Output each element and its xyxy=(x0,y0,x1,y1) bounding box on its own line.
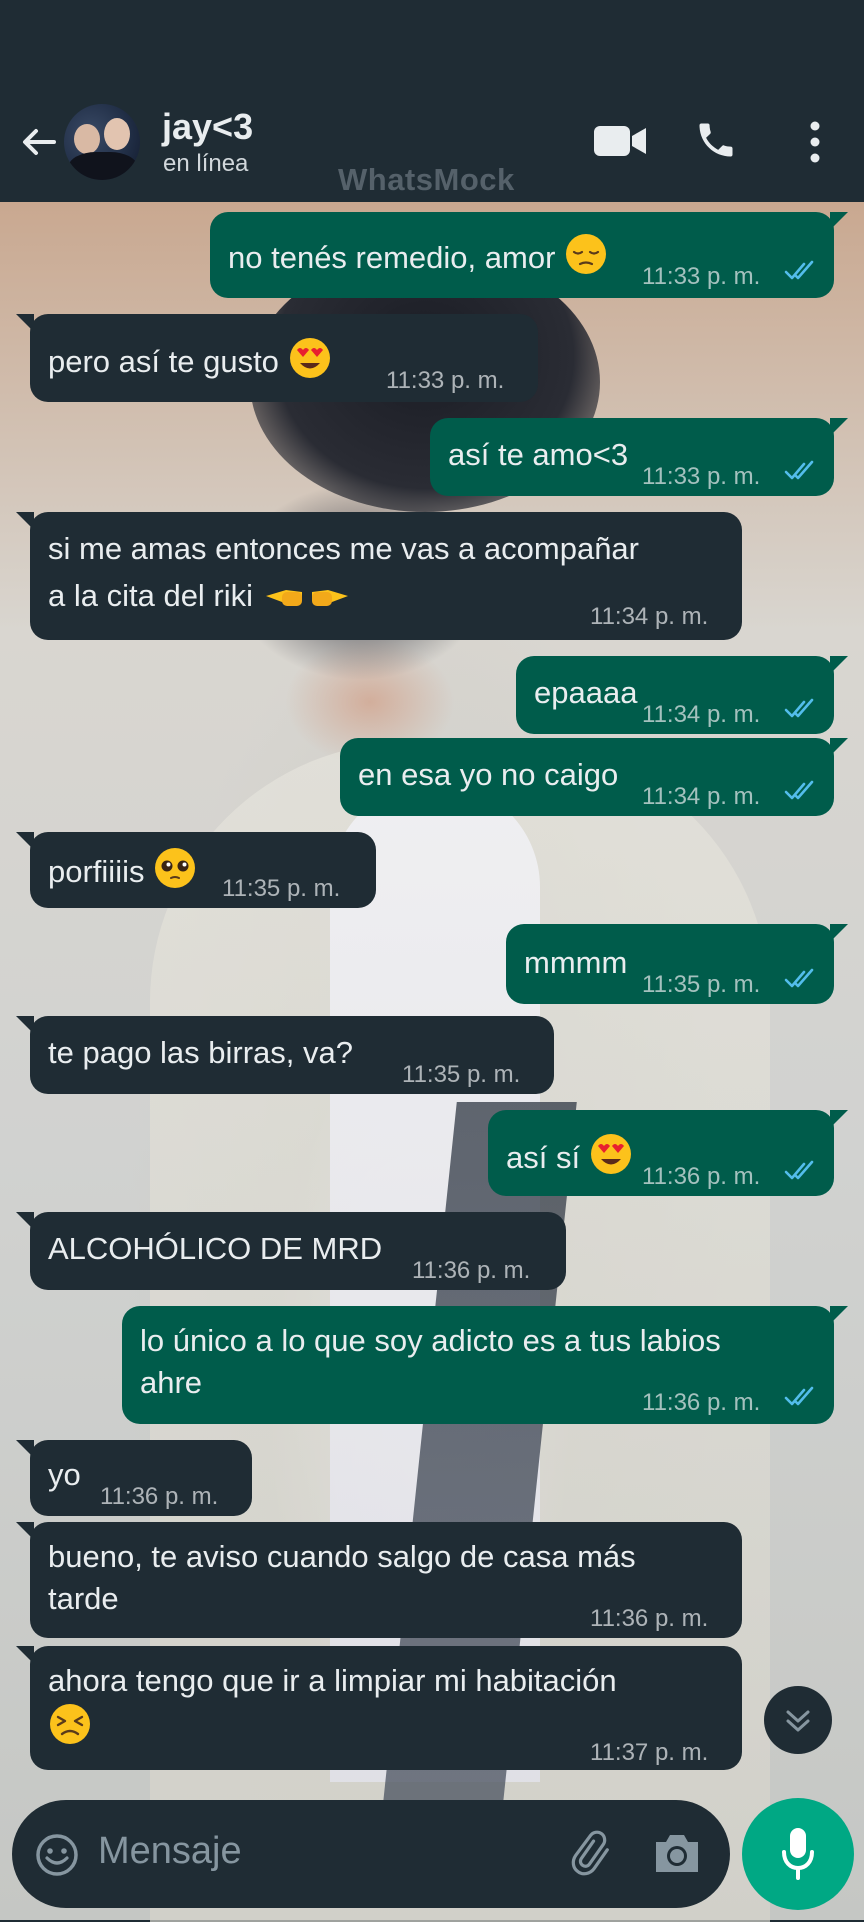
emoji-icon[interactable] xyxy=(34,1832,80,1878)
chat-header: jay<3 en línea WhatsMock xyxy=(0,0,864,202)
contact-avatar[interactable] xyxy=(64,104,140,180)
message-text: pero así te gusto xyxy=(48,336,332,383)
read-receipt-icon xyxy=(784,460,814,480)
chevron-double-down-icon xyxy=(786,1710,810,1732)
message-text: en esa yo no caigo xyxy=(358,754,618,796)
persevering-face-emoji-icon xyxy=(50,1704,90,1744)
outgoing-message[interactable]: no tenés remedio, amor 11:33 p. m. xyxy=(210,212,848,298)
message-line: tarde xyxy=(48,1581,119,1616)
outgoing-message[interactable]: así sí 11:36 p. m. xyxy=(488,1110,848,1196)
message-line: ahre xyxy=(140,1365,203,1400)
incoming-message[interactable]: porfiiiis 11:35 p. m. xyxy=(16,832,376,908)
pleading-face-emoji-icon xyxy=(155,848,196,888)
incoming-message[interactable]: si me amas entonces me vas a acompañar a … xyxy=(16,512,742,640)
message-text: no tenés remedio, amor xyxy=(228,232,608,279)
paperclip-icon[interactable] xyxy=(570,1830,620,1880)
message-line: yo xyxy=(48,1457,81,1492)
incoming-message[interactable]: pero así te gusto 11:33 p. m. xyxy=(16,314,538,402)
message-line: pero así te gusto xyxy=(48,344,288,379)
message-text: ALCOHÓLICO DE MRD xyxy=(48,1228,382,1270)
message-line: te pago las birras, va? xyxy=(48,1035,354,1070)
message-line: mmmm xyxy=(524,945,628,980)
message-timestamp: 11:37 p. m. xyxy=(590,1739,709,1766)
outgoing-message[interactable]: así te amo<3 11:33 p. m. xyxy=(430,418,848,496)
outgoing-message[interactable]: lo único a lo que soy adicto es a tus la… xyxy=(122,1306,848,1424)
read-receipt-icon xyxy=(784,1160,814,1180)
outgoing-message[interactable]: epaaaa 11:34 p. m. xyxy=(516,656,848,734)
contact-name[interactable]: jay<3 xyxy=(162,106,253,148)
read-receipt-icon xyxy=(784,260,814,280)
message-timestamp: 11:36 p. m. xyxy=(412,1257,531,1284)
incoming-message[interactable]: yo 11:36 p. m. xyxy=(16,1440,252,1516)
camera-icon[interactable] xyxy=(652,1830,702,1876)
message-text: si me amas entonces me vas a acompañar a … xyxy=(48,528,639,617)
message-text: te pago las birras, va? xyxy=(48,1032,353,1074)
incoming-message[interactable]: bueno, te aviso cuando salgo de casa más… xyxy=(16,1522,742,1638)
message-timestamp: 11:36 p. m. xyxy=(590,1605,709,1632)
message-text: porfiiiis xyxy=(48,846,197,893)
message-input[interactable]: Mensaje xyxy=(98,1830,242,1873)
message-timestamp: 11:33 p. m. xyxy=(642,263,761,290)
incoming-message[interactable]: ahora tengo que ir a limpiar mi habitaci… xyxy=(16,1646,742,1770)
message-text: mmmm xyxy=(524,942,627,984)
message-line: lo único a lo que soy adicto es a tus la… xyxy=(140,1323,721,1358)
read-receipt-icon xyxy=(784,780,814,800)
outgoing-message[interactable]: mmmm 11:35 p. m. xyxy=(506,924,848,1004)
message-line: así te amo<3 xyxy=(448,437,629,472)
back-arrow-icon[interactable] xyxy=(18,122,58,162)
message-text: bueno, te aviso cuando salgo de casa más… xyxy=(48,1536,636,1620)
message-line: epaaaa xyxy=(534,675,638,710)
message-timestamp: 11:36 p. m. xyxy=(642,1163,761,1190)
message-text: yo xyxy=(48,1454,81,1496)
message-line: en esa yo no caigo xyxy=(358,757,619,792)
pensive-face-emoji-icon xyxy=(566,234,607,274)
read-receipt-icon xyxy=(784,698,814,718)
message-timestamp: 11:35 p. m. xyxy=(402,1061,521,1088)
contact-status: en línea xyxy=(163,150,249,177)
microphone-button[interactable] xyxy=(742,1798,854,1910)
watermark-text: WhatsMock xyxy=(338,162,515,197)
message-timestamp: 11:34 p. m. xyxy=(642,701,761,728)
message-text: lo único a lo que soy adicto es a tus la… xyxy=(140,1320,721,1404)
message-line: bueno, te aviso cuando salgo de casa más xyxy=(48,1539,636,1574)
phone-call-icon[interactable] xyxy=(694,118,738,162)
message-timestamp: 11:33 p. m. xyxy=(386,367,505,394)
outgoing-message[interactable]: en esa yo no caigo 11:34 p. m. xyxy=(340,738,848,816)
message-timestamp: 11:34 p. m. xyxy=(642,783,761,810)
read-receipt-icon xyxy=(784,1386,814,1406)
message-input-bar: Mensaje xyxy=(12,1800,730,1908)
incoming-message[interactable]: ALCOHÓLICO DE MRD 11:36 p. m. xyxy=(16,1212,566,1290)
message-line: ALCOHÓLICO DE MRD xyxy=(48,1231,383,1266)
message-text: así sí xyxy=(506,1132,633,1179)
incoming-message[interactable]: te pago las birras, va? 11:35 p. m. xyxy=(16,1016,554,1094)
more-vertical-icon[interactable] xyxy=(798,118,832,166)
heart-eyes-face-emoji-icon xyxy=(289,338,330,378)
message-line: así sí xyxy=(506,1140,589,1175)
pointing-hands-emoji-icon xyxy=(265,590,348,606)
message-timestamp: 11:33 p. m. xyxy=(642,463,761,490)
heart-eyes-face-emoji-icon xyxy=(590,1134,631,1174)
message-text: así te amo<3 xyxy=(448,434,628,476)
message-text: epaaaa xyxy=(534,672,637,714)
message-line: no tenés remedio, amor xyxy=(228,240,556,275)
read-receipt-icon xyxy=(784,968,814,988)
message-line: porfiiiis xyxy=(48,854,145,889)
message-timestamp: 11:35 p. m. xyxy=(642,971,761,998)
message-timestamp: 11:34 p. m. xyxy=(590,603,709,630)
microphone-icon xyxy=(782,1828,814,1880)
message-timestamp: 11:36 p. m. xyxy=(642,1389,761,1416)
message-timestamp: 11:36 p. m. xyxy=(100,1483,219,1510)
video-call-icon[interactable] xyxy=(594,124,648,158)
message-line: si me amas entonces me vas a acompañar xyxy=(48,531,639,566)
message-text: ahora tengo que ir a limpiar mi habitaci… xyxy=(48,1660,617,1749)
message-line: a la cita del riki xyxy=(48,578,262,613)
scroll-to-bottom-button[interactable] xyxy=(764,1686,832,1754)
message-line: ahora tengo que ir a limpiar mi habitaci… xyxy=(48,1663,617,1698)
message-timestamp: 11:35 p. m. xyxy=(222,875,341,902)
